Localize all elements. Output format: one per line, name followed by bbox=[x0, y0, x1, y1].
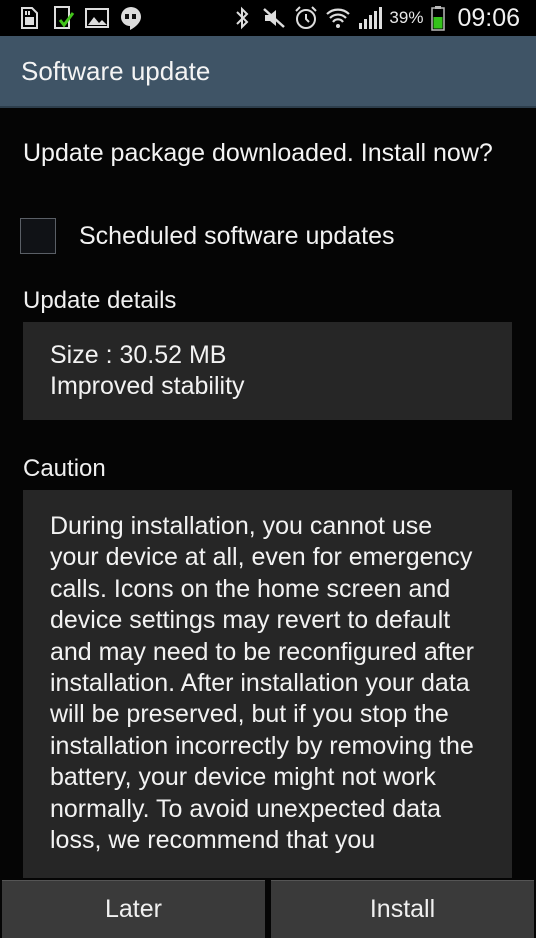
install-prompt: Update package downloaded. Install now? bbox=[23, 139, 493, 167]
button-bar: Later Install bbox=[0, 878, 536, 938]
caution-box[interactable]: During installation, you cannot use your… bbox=[23, 490, 512, 878]
details-heading: Update details bbox=[23, 287, 177, 314]
content-area[interactable]: Update package downloaded. Install now? … bbox=[0, 108, 536, 878]
signal-icon bbox=[357, 5, 383, 31]
later-button[interactable]: Later bbox=[2, 880, 265, 938]
details-description: Improved stability bbox=[50, 372, 245, 400]
battery-icon bbox=[431, 5, 446, 31]
action-bar: Software update bbox=[0, 36, 536, 108]
page-title: Software update bbox=[21, 56, 211, 86]
wifi-icon bbox=[325, 5, 351, 31]
bluetooth-icon bbox=[229, 5, 255, 31]
details-size: Size : 30.52 MB bbox=[50, 341, 227, 369]
alarm-icon bbox=[293, 5, 319, 31]
caution-heading: Caution bbox=[23, 455, 106, 482]
details-box: Size : 30.52 MB Improved stability bbox=[23, 322, 512, 420]
scheduled-updates-checkbox[interactable] bbox=[20, 218, 56, 254]
hangouts-icon bbox=[118, 5, 144, 31]
system-icons: 39% 09:06 bbox=[229, 4, 536, 33]
battery-percent: 39% bbox=[389, 8, 424, 27]
notification-icons bbox=[0, 5, 144, 31]
status-bar: 39% 09:06 bbox=[0, 0, 536, 36]
download-complete-icon bbox=[50, 5, 76, 31]
mute-icon bbox=[261, 5, 287, 31]
sd-card-icon bbox=[16, 5, 42, 31]
install-button[interactable]: Install bbox=[271, 880, 534, 938]
caution-text: During installation, you cannot use your… bbox=[50, 512, 474, 855]
image-icon bbox=[84, 5, 110, 31]
status-clock: 09:06 bbox=[457, 3, 520, 32]
scheduled-updates-label[interactable]: Scheduled software updates bbox=[79, 222, 395, 251]
